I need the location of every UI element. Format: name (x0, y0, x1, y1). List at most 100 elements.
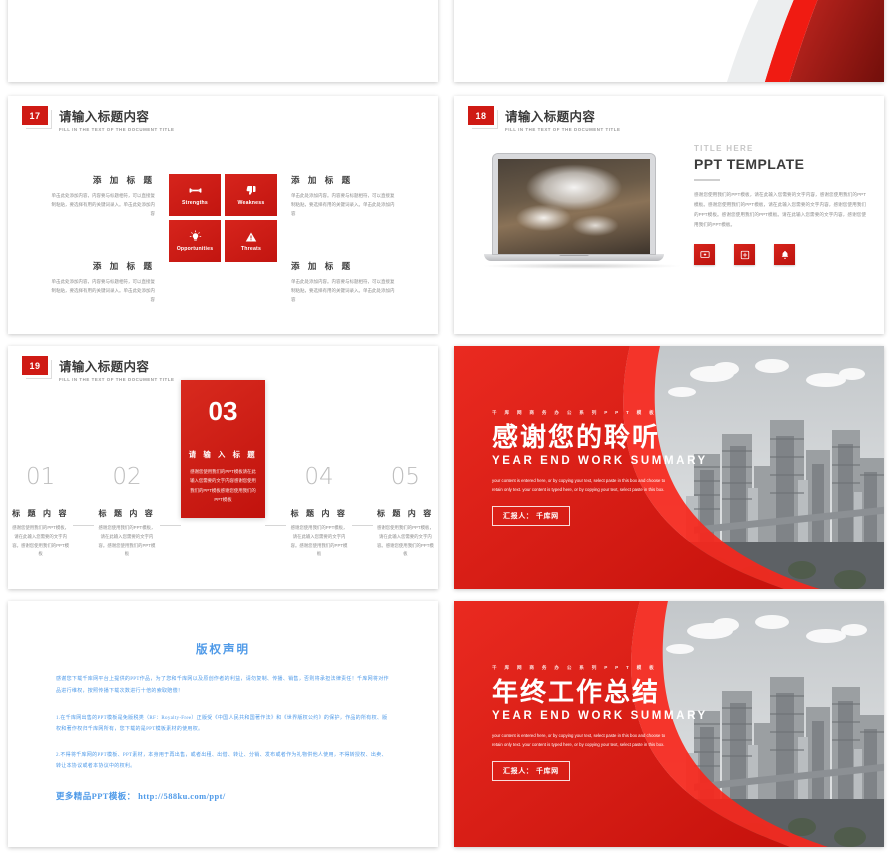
copyright-body: 版权声明 感谢您下载千库网平台上提供的PPT作品，为了您和千库网以及原创作者的利… (8, 601, 438, 847)
slide-copyright[interactable]: 版权声明 感谢您下载千库网平台上提供的PPT作品，为了您和千库网以及原创作者的利… (8, 601, 438, 847)
swot-body: 单击此处添加内容，内容要与标题相符，可以直接复制粘贴，要选择有用的关键词录入。单… (51, 193, 156, 216)
step-number: 04 (304, 464, 334, 490)
slide-title-en: FILL IN THE TEXT OF THE DOCUMENT TITLE (59, 376, 175, 382)
step-item-01[interactable]: 01 标 题 内 容 感谢您使用我们的PPT模板，请在此输入您需要的文字内容。感… (8, 418, 73, 559)
thumbnail-cell-5[interactable]: 19 请输入标题内容 FILL IN THE TEXT OF THE DOCUM… (0, 340, 446, 595)
step-row: 01 标 题 内 容 感谢您使用我们的PPT模板，请在此输入您需要的文字内容。感… (8, 380, 438, 559)
swot-layout: 添 加 标 题 单击此处添加内容，内容要与标题相符，可以直接复制粘贴，要选择有用… (8, 174, 438, 320)
swot-text-block: 添 加 标 题 单击此处添加内容，内容要与标题相符，可以直接复制粘贴，要选择有用… (51, 260, 156, 320)
thumbnail-cell-6[interactable]: 千 库 网 商 务 办 公 系 列 P P T 模 板 感谢您的聆听 YEAR … (446, 340, 892, 595)
step-heading: 标 题 内 容 (12, 509, 70, 518)
slide-18-text-panel: TITLE HERE PPT TEMPLATE 感谢您使用我们的PPT模板，请在… (694, 144, 866, 266)
cover-title: 年终工作总结 (492, 677, 661, 707)
step-number: 01 (25, 464, 56, 490)
slide-17-swot[interactable]: 17 请输入标题内容 FILL IN THE TEXT OF THE DOCUM… (8, 96, 438, 334)
step-number: 02 (112, 464, 142, 490)
step-item-04[interactable]: 04 标 题 内 容 感谢您使用我们的PPT模板，请在此输入您需要的文字内容。感… (286, 418, 351, 559)
step-heading: 标 题 内 容 (376, 509, 434, 518)
step-item-03-highlighted[interactable]: 03 请 输 入 标 题 感谢您使用我们的PPT模板请在此输入您需要的文字内容感… (180, 380, 266, 518)
swot-heading: 添 加 标 题 (291, 175, 354, 185)
thumbnail-cell-7[interactable]: 版权声明 感谢您下载千库网平台上提供的PPT作品，为了您和千库网以及原创作者的利… (0, 595, 446, 853)
swot-body: 单击此处添加内容，内容要与标题相符，可以直接复制粘贴，要选择有用的关键词录入。单… (51, 279, 156, 302)
swot-card-threats[interactable]: Threats (225, 220, 277, 262)
step-body: 感谢您使用我们的PPT模板，请在此输入您需要的文字内容。感谢您使用我们的PPT模… (290, 525, 348, 557)
thumbnail-cell-8[interactable]: 千 库 网 商 务 办 公 系 列 P P T 模 板 年终工作总结 YEAR … (446, 595, 892, 853)
slide-thumbnail-grid: TITLE HERE PPT TEMPLATE 感谢您使用我们的PPT模板，请在… (0, 0, 892, 853)
step-item-02[interactable]: 02 标 题 内 容 感谢您使用我们的PPT模板，请在此输入您需要的文字内容。感… (94, 418, 159, 559)
slide-19-steps[interactable]: 19 请输入标题内容 FILL IN THE TEXT OF THE DOCUM… (8, 346, 438, 589)
slide-18-kicker: TITLE HERE (694, 144, 754, 153)
swot-card-label: Strengths (181, 200, 208, 206)
slide-title-template[interactable]: TITLE HERE PPT TEMPLATE 感谢您使用我们的PPT模板，请在… (8, 0, 438, 82)
warning-triangle-icon (245, 231, 257, 243)
copyright-title: 版权声明 (196, 644, 250, 656)
swot-card-label: Opportunities (176, 246, 214, 252)
step-body: 感谢您使用我们的PPT模板，请在此输入您需要的文字内容。感谢您使用我们的PPT模… (12, 525, 70, 557)
slide-number-badge: 17 (22, 106, 48, 125)
slide-18-header: 18 请输入标题内容 FILL IN THE TEXT OF THE DOCUM… (468, 106, 620, 132)
step-item-05[interactable]: 05 标 题 内 容 感谢您使用我们的PPT模板，请在此输入您需要的文字内容。感… (373, 418, 438, 559)
copyright-paragraph: 感谢您下载千库网平台上提供的PPT作品，为了您和千库网以及原创作者的利益，请勿复… (56, 677, 389, 695)
swot-card-strengths[interactable]: Strengths (169, 174, 221, 216)
slide-title-en: FILL IN THE TEXT OF THE DOCUMENT TITLE (59, 126, 175, 132)
step-body: 感谢您使用我们的PPT模板，请在此输入您需要的文字内容。感谢您使用我们的PPT模… (376, 525, 434, 557)
laptop-shadow (484, 263, 680, 269)
slide-title-cn: 请输入标题内容 (505, 110, 596, 124)
thumbnail-cell-3[interactable]: 17 请输入标题内容 FILL IN THE TEXT OF THE DOCUM… (0, 90, 446, 340)
cover-canvas: 千 库 网 商 务 办 公 系 列 P P T 模 板 感谢您的聆听 YEAR … (454, 346, 884, 589)
slide-19-header: 19 请输入标题内容 FILL IN THE TEXT OF THE DOCUM… (22, 356, 174, 382)
thumbnail-cell-1[interactable]: TITLE HERE PPT TEMPLATE 感谢您使用我们的PPT模板，请在… (0, 0, 446, 90)
step-connector (351, 525, 373, 526)
slide-18-title: PPT TEMPLATE (694, 156, 805, 172)
monitor-plus-icon-button[interactable] (694, 244, 715, 266)
slide-18-icon-row (694, 244, 866, 266)
laptop-mockup (484, 154, 680, 269)
slide-title-cn: 请输入标题内容 (59, 360, 150, 374)
slide-red-curve[interactable] (454, 0, 884, 82)
swot-card-weakness[interactable]: Weakness (225, 174, 277, 216)
swot-heading: 添 加 标 题 (92, 261, 155, 271)
slide-title-cn: 请输入标题内容 (59, 110, 150, 124)
swot-card-opportunities[interactable]: Opportunities (169, 220, 221, 262)
step-connector (73, 525, 95, 526)
swot-card-label: Weakness (237, 199, 265, 206)
meeting-photo (498, 159, 650, 254)
slide-number-badge: 18 (468, 106, 494, 125)
more-templates-link[interactable]: 更多精品PPT模板： http://588ku.com/ppt/ (56, 790, 390, 802)
red-curve-decoration (454, 0, 884, 82)
thumbs-down-icon (245, 185, 257, 197)
step-body: 感谢您使用我们的PPT模板请在此输入您需要的文字内容感谢您使用我们的PPT模板感… (190, 469, 256, 502)
laptop-screen (493, 154, 655, 254)
lightbulb-icon (189, 230, 202, 243)
slide-18-laptop[interactable]: 18 请输入标题内容 FILL IN THE TEXT OF THE DOCUM… (454, 96, 884, 334)
laptop-base (484, 254, 664, 261)
thumbnail-cell-2[interactable] (446, 0, 892, 90)
slide-18-body: 感谢您使用我们的PPT模板，请在此输入您需要的文字内容，感谢您使用我们的PPT模… (694, 192, 866, 228)
cover-kicker: 千 库 网 商 务 办 公 系 列 P P T 模 板 (492, 665, 657, 670)
divider (694, 179, 720, 181)
presenter-badge[interactable]: 汇报人： 千库网 (492, 761, 570, 782)
swot-body: 单击此处添加内容。内容要与标题相符，可以直接复制粘贴，要选择有用的关键词录入。单… (291, 193, 395, 216)
step-heading: 标 题 内 容 (290, 509, 348, 518)
step-heading: 标 题 内 容 (98, 509, 156, 518)
presenter-badge[interactable]: 汇报人： 千库网 (492, 506, 570, 527)
swot-left-column: 添 加 标 题 单击此处添加内容，内容要与标题相符，可以直接复制粘贴，要选择有用… (51, 174, 169, 320)
swot-heading: 添 加 标 题 (92, 175, 155, 185)
dumbbell-icon (189, 184, 202, 197)
cover-subtitle: YEAR END WORK SUMMARY (492, 710, 708, 723)
step-heading: 请 输 入 标 题 (188, 450, 258, 459)
swot-text-block: 添 加 标 题 单击此处添加内容，内容要与标题相符，可以直接复制粘贴，要选择有用… (51, 174, 156, 234)
step-connector (159, 525, 181, 526)
cover-subtitle: YEAR END WORK SUMMARY (492, 455, 708, 468)
step-body: 感谢您使用我们的PPT模板，请在此输入您需要的文字内容。感谢您使用我们的PPT模… (98, 525, 156, 557)
slide-cover-year-end[interactable]: 千 库 网 商 务 办 公 系 列 P P T 模 板 年终工作总结 YEAR … (454, 601, 884, 847)
cover-title: 感谢您的聆听 (492, 422, 661, 452)
plus-square-icon-button[interactable] (734, 244, 755, 266)
copyright-clause-2: 2.不得将千库网的PPT模板、PPT素材，本身用于再出售，或者出租、出借、转让、… (56, 752, 387, 770)
swot-text-block: 添 加 标 题 单击此处添加内容。内容要与标题相符，可以直接复制粘贴，要选择有用… (291, 174, 395, 234)
thumbnail-cell-4[interactable]: 18 请输入标题内容 FILL IN THE TEXT OF THE DOCUM… (446, 90, 892, 340)
slide-thank-you[interactable]: 千 库 网 商 务 办 公 系 列 P P T 模 板 感谢您的聆听 YEAR … (454, 346, 884, 589)
cover-body: your content is entered here, or by copy… (492, 478, 666, 493)
slide-title-en: FILL IN THE TEXT OF THE DOCUMENT TITLE (505, 126, 621, 132)
bell-plus-icon-button[interactable] (774, 244, 795, 266)
